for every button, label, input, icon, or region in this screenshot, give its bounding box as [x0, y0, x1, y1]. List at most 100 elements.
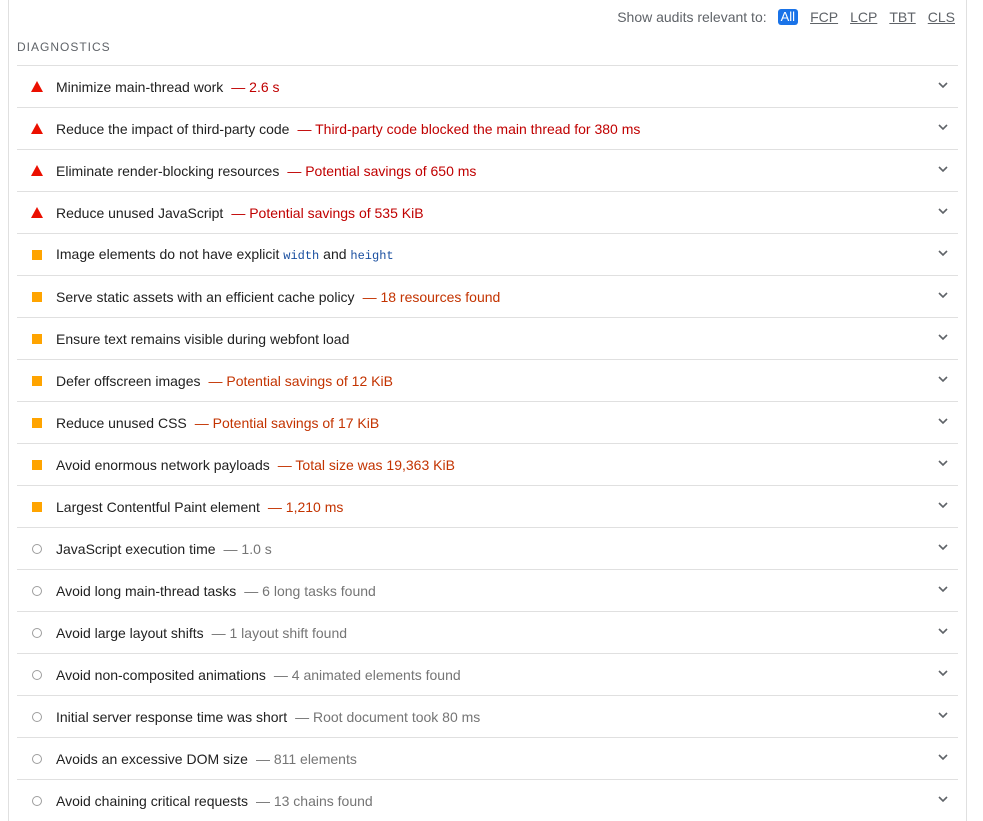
- average-square-icon: [30, 458, 44, 472]
- audit-display-value: — Potential savings of 17 KiB: [194, 414, 380, 431]
- audit-title: Eliminate render-blocking resources: [56, 162, 280, 179]
- audit-row[interactable]: Avoids an excessive DOM size — 811 elemen…: [17, 737, 958, 779]
- audit-title: Reduce unused CSS: [56, 414, 187, 431]
- audit-title: Avoids an excessive DOM size: [56, 750, 248, 767]
- audit-title: Avoid chaining critical requests: [56, 792, 248, 809]
- fail-triangle-icon: [30, 122, 44, 136]
- info-circle-icon: [30, 668, 44, 682]
- audit-row[interactable]: Serve static assets with an efficient ca…: [17, 275, 958, 317]
- chevron-down-icon[interactable]: [938, 543, 948, 553]
- audit-display-value: — 18 resources found: [362, 288, 501, 305]
- chevron-down-icon[interactable]: [938, 81, 948, 91]
- chevron-down-icon[interactable]: [938, 753, 948, 763]
- audit-display-value: — 1 layout shift found: [211, 624, 348, 641]
- audit-title: Reduce unused JavaScript: [56, 204, 224, 221]
- average-square-icon: [30, 416, 44, 430]
- audit-title: Ensure text remains visible during webfo…: [56, 330, 350, 347]
- chevron-down-icon[interactable]: [938, 123, 948, 133]
- chevron-down-icon[interactable]: [938, 459, 948, 469]
- audit-title: Initial server response time was short: [56, 708, 288, 725]
- audit-row[interactable]: Ensure text remains visible during webfo…: [17, 317, 958, 359]
- audit-display-value: — 1,210 ms: [267, 498, 344, 515]
- audit-row[interactable]: Avoid large layout shifts — 1 layout shif…: [17, 611, 958, 653]
- chevron-down-icon[interactable]: [938, 669, 948, 679]
- audit-row[interactable]: Avoid enormous network payloads — Total s…: [17, 443, 958, 485]
- fail-triangle-icon: [30, 206, 44, 220]
- audit-title-code: height: [350, 249, 394, 263]
- audit-display-value: — Potential savings of 650 ms: [287, 162, 477, 179]
- audit-title: Avoid non-composited animations: [56, 666, 266, 683]
- audit-title: Serve static assets with an efficient ca…: [56, 288, 355, 305]
- chevron-down-icon[interactable]: [938, 291, 948, 301]
- info-circle-icon: [30, 710, 44, 724]
- average-square-icon: [30, 290, 44, 304]
- filter-chip-lcp[interactable]: LCP: [850, 9, 877, 25]
- average-square-icon: [30, 248, 44, 262]
- fail-triangle-icon: [30, 164, 44, 178]
- info-circle-icon: [30, 626, 44, 640]
- chevron-down-icon[interactable]: [938, 627, 948, 637]
- chevron-down-icon[interactable]: [938, 417, 948, 427]
- audit-display-value: — 4 animated elements found: [273, 666, 461, 683]
- audit-row[interactable]: Minimize main-thread work — 2.6 s: [17, 65, 958, 107]
- audit-display-value: — Third-party code blocked the main thre…: [297, 120, 641, 137]
- chevron-down-icon[interactable]: [938, 711, 948, 721]
- audit-row[interactable]: JavaScript execution time — 1.0 s: [17, 527, 958, 569]
- filter-chip-tbt[interactable]: TBT: [889, 9, 915, 25]
- chevron-down-icon[interactable]: [938, 501, 948, 511]
- chevron-down-icon[interactable]: [938, 795, 948, 805]
- chevron-down-icon[interactable]: [938, 207, 948, 217]
- audit-display-value: — Potential savings of 12 KiB: [208, 372, 393, 389]
- audit-row[interactable]: Avoid non-composited animations — 4 anima…: [17, 653, 958, 695]
- filter-chip-fcp[interactable]: FCP: [810, 9, 838, 25]
- audit-display-value: — 811 elements: [255, 750, 357, 767]
- audit-row[interactable]: Largest Contentful Paint element — 1,210 …: [17, 485, 958, 527]
- chevron-down-icon[interactable]: [938, 375, 948, 385]
- audit-title: Reduce the impact of third-party code: [56, 120, 290, 137]
- section-title: DIAGNOSTICS: [17, 40, 111, 54]
- filter-chip-cls[interactable]: CLS: [928, 9, 955, 25]
- audit-row[interactable]: Reduce unused CSS — Potential savings of …: [17, 401, 958, 443]
- audit-title: Avoid large layout shifts: [56, 624, 204, 641]
- info-circle-icon: [30, 584, 44, 598]
- audit-title-text: Image elements do not have explicit: [56, 246, 284, 262]
- audit-row[interactable]: Defer offscreen images — Potential saving…: [17, 359, 958, 401]
- audit-filter-bar: Show audits relevant to: All FCP LCP TBT…: [617, 7, 955, 27]
- audit-list: Minimize main-thread work — 2.6 s Reduce t…: [17, 65, 958, 821]
- info-circle-icon: [30, 794, 44, 808]
- audit-row[interactable]: Initial server response time was short — …: [17, 695, 958, 737]
- audit-title-text: and: [319, 246, 351, 262]
- chevron-down-icon[interactable]: [938, 333, 948, 343]
- average-square-icon: [30, 332, 44, 346]
- panel-left-border: [8, 0, 9, 821]
- chevron-down-icon[interactable]: [938, 165, 948, 175]
- audit-row[interactable]: Reduce unused JavaScript — Potential savi…: [17, 191, 958, 233]
- audit-row[interactable]: Eliminate render-blocking resources — Pot…: [17, 149, 958, 191]
- audit-title: Largest Contentful Paint element: [56, 498, 260, 515]
- audit-display-value: — 6 long tasks found: [244, 582, 376, 599]
- audit-title: Avoid long main-thread tasks: [56, 582, 237, 599]
- filter-label: Show audits relevant to:: [617, 9, 767, 25]
- audit-row[interactable]: Image elements do not have explicit widt…: [17, 233, 958, 275]
- audit-title: Defer offscreen images: [56, 372, 201, 389]
- audit-display-value: — 1.0 s: [223, 540, 272, 557]
- audit-title-code: width: [283, 249, 320, 263]
- audit-row[interactable]: Reduce the impact of third-party code — T…: [17, 107, 958, 149]
- chevron-down-icon[interactable]: [938, 249, 948, 259]
- filter-chip-all[interactable]: All: [777, 9, 799, 25]
- audit-title: Image elements do not have explicit widt…: [56, 246, 394, 263]
- audit-title: Avoid enormous network payloads: [56, 456, 270, 473]
- fail-triangle-icon: [30, 80, 44, 94]
- audit-display-value: — 13 chains found: [255, 792, 373, 809]
- audit-display-value: — Root document took 80 ms: [295, 708, 481, 725]
- average-square-icon: [30, 500, 44, 514]
- audit-display-value: — 2.6 s: [231, 78, 280, 95]
- info-circle-icon: [30, 542, 44, 556]
- average-square-icon: [30, 374, 44, 388]
- audit-row[interactable]: Avoid chaining critical requests — 13 cha…: [17, 779, 958, 821]
- info-circle-icon: [30, 752, 44, 766]
- audit-row[interactable]: Avoid long main-thread tasks — 6 long tas…: [17, 569, 958, 611]
- panel-right-border: [966, 0, 967, 821]
- audit-display-value: — Total size was 19,363 KiB: [277, 456, 455, 473]
- chevron-down-icon[interactable]: [938, 585, 948, 595]
